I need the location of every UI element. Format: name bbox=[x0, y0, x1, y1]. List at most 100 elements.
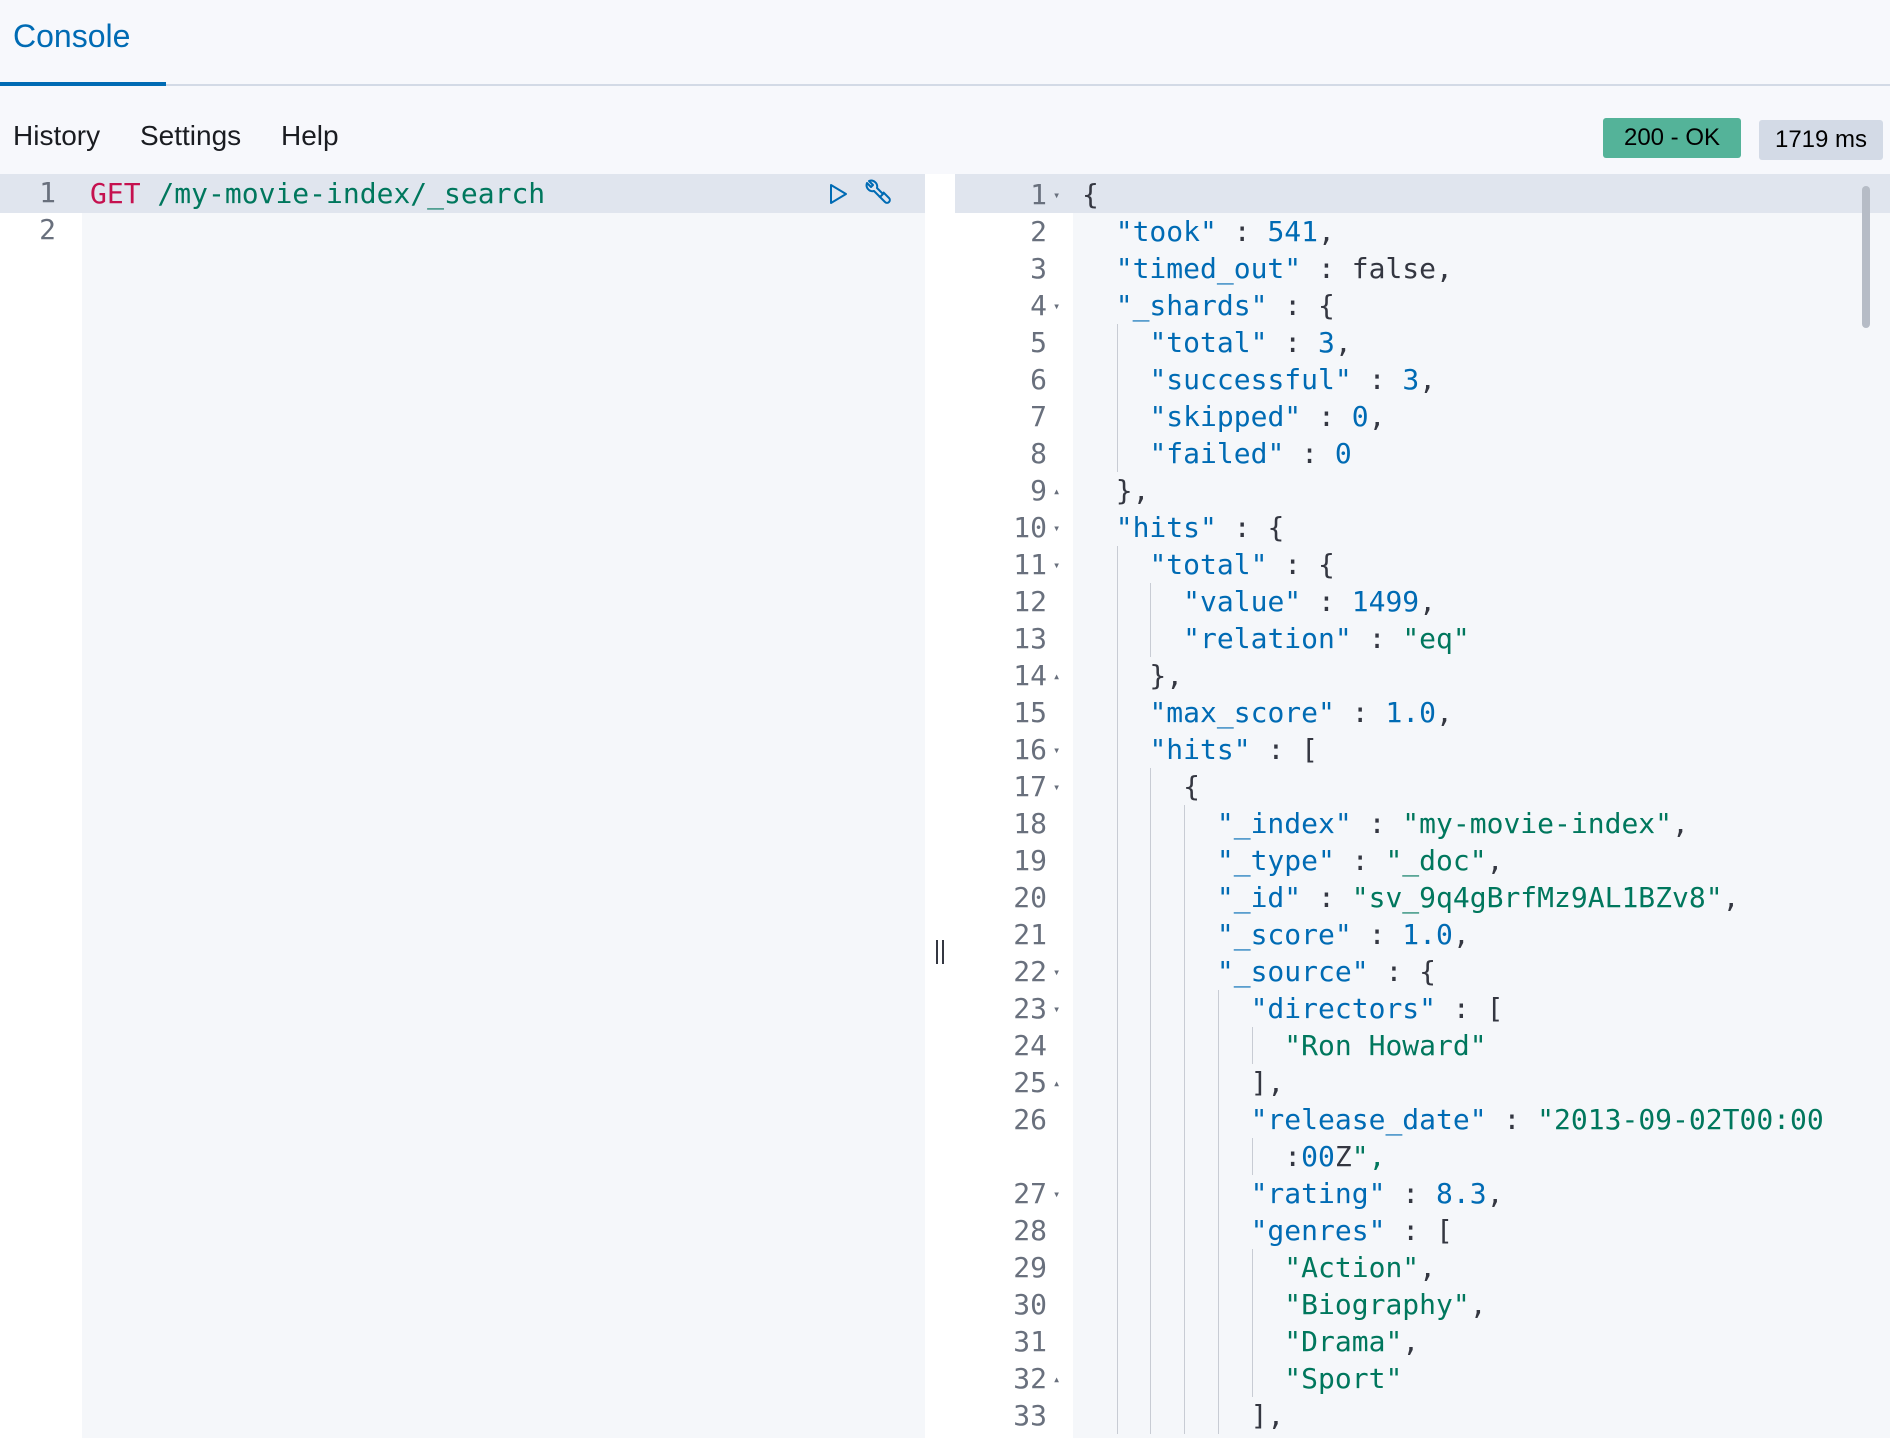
line-number: 17 bbox=[1013, 770, 1047, 803]
line-number: 32 bbox=[1013, 1362, 1047, 1395]
play-icon[interactable] bbox=[826, 182, 850, 206]
response-line[interactable]: "genres" : [ bbox=[1082, 1212, 1453, 1249]
line-number: 16 bbox=[1013, 733, 1047, 766]
line-number: 21 bbox=[1013, 918, 1047, 951]
fold-collapse-icon[interactable]: ▾ bbox=[1053, 522, 1065, 534]
response-line[interactable]: "Action", bbox=[1082, 1249, 1436, 1286]
line-number: 30 bbox=[1013, 1288, 1047, 1321]
response-line[interactable]: ], bbox=[1082, 1397, 1285, 1434]
line-number: 6 bbox=[1030, 363, 1047, 396]
resize-handle-icon[interactable] bbox=[934, 940, 946, 964]
fold-collapse-icon[interactable]: ▾ bbox=[1053, 744, 1065, 756]
tab-bar: Console bbox=[0, 0, 1890, 86]
line-number: 2 bbox=[39, 213, 56, 246]
fold-collapse-icon[interactable]: ▾ bbox=[1053, 1188, 1065, 1200]
line-number: 19 bbox=[1013, 844, 1047, 877]
response-line[interactable]: "skipped" : 0, bbox=[1082, 398, 1385, 435]
request-editor[interactable]: 1 2 GET /my-movie-index/_search bbox=[0, 174, 925, 1438]
line-number: 22 bbox=[1013, 955, 1047, 988]
response-line[interactable]: "_id" : "sv_9q4gBrfMz9AL1BZv8", bbox=[1082, 879, 1740, 916]
line-number: 28 bbox=[1013, 1214, 1047, 1247]
response-line[interactable]: }, bbox=[1082, 657, 1183, 694]
response-line[interactable]: "hits" : { bbox=[1082, 509, 1285, 546]
response-line[interactable]: "release_date" : "2013-09-02T00:00 bbox=[1082, 1101, 1824, 1138]
response-editor[interactable]: 1 ▾ {2 "took" : 541, 3 "timed_out" : false,… bbox=[955, 174, 1890, 1438]
line-number: 10 bbox=[1013, 511, 1047, 544]
response-scrollbar[interactable] bbox=[1862, 186, 1870, 328]
response-line[interactable]: }, bbox=[1082, 472, 1150, 509]
request-gutter bbox=[0, 174, 82, 1438]
editor-divider bbox=[925, 174, 955, 1438]
response-line[interactable]: "total" : 3, bbox=[1082, 324, 1351, 361]
line-number: 24 bbox=[1013, 1029, 1047, 1062]
fold-expand-icon[interactable]: ▴ bbox=[1053, 485, 1065, 497]
line-number: 3 bbox=[1030, 252, 1047, 285]
line-number: 27 bbox=[1013, 1177, 1047, 1210]
line-number: 29 bbox=[1013, 1251, 1047, 1284]
response-line[interactable]: "successful" : 3, bbox=[1082, 361, 1436, 398]
response-line[interactable]: "max_score" : 1.0, bbox=[1082, 694, 1452, 731]
line-number: 31 bbox=[1013, 1325, 1047, 1358]
fold-collapse-icon[interactable]: ▾ bbox=[1053, 189, 1065, 201]
response-line[interactable]: { bbox=[1082, 768, 1200, 805]
response-line[interactable]: "directors" : [ bbox=[1082, 990, 1504, 1027]
line-number: 11 bbox=[1013, 548, 1047, 581]
response-line[interactable]: "Sport" bbox=[1082, 1360, 1402, 1397]
response-line[interactable]: ], bbox=[1082, 1064, 1285, 1101]
response-line[interactable]: "_type" : "_doc", bbox=[1082, 842, 1504, 879]
wrench-icon[interactable] bbox=[862, 179, 894, 209]
response-line[interactable]: "total" : { bbox=[1082, 546, 1334, 583]
line-number: 25 bbox=[1013, 1066, 1047, 1099]
request-url: /my-movie-index/_search bbox=[140, 177, 546, 210]
response-line[interactable]: "failed" : 0 bbox=[1082, 435, 1351, 472]
line-number: 18 bbox=[1013, 807, 1047, 840]
response-line[interactable]: "rating" : 8.3, bbox=[1082, 1175, 1504, 1212]
fold-expand-icon[interactable]: ▴ bbox=[1053, 1077, 1065, 1089]
line-number: 20 bbox=[1013, 881, 1047, 914]
line-number: 26 bbox=[1013, 1103, 1047, 1136]
line-number: 33 bbox=[1013, 1399, 1047, 1432]
fold-expand-icon[interactable]: ▴ bbox=[1053, 1373, 1065, 1385]
response-line[interactable]: "relation" : "eq" bbox=[1082, 620, 1470, 657]
response-line[interactable]: "_score" : 1.0, bbox=[1082, 916, 1470, 953]
line-number: 14 bbox=[1013, 659, 1047, 692]
response-line[interactable]: "Drama", bbox=[1082, 1323, 1419, 1360]
line-number: 4 bbox=[1030, 289, 1047, 322]
fold-collapse-icon[interactable]: ▾ bbox=[1053, 781, 1065, 793]
response-line[interactable]: "took" : 541, bbox=[1082, 213, 1335, 250]
fold-expand-icon[interactable]: ▴ bbox=[1053, 670, 1065, 682]
line-number: 23 bbox=[1013, 992, 1047, 1025]
response-line[interactable]: "_index" : "my-movie-index", bbox=[1082, 805, 1689, 842]
line-number: 5 bbox=[1030, 326, 1047, 359]
response-line[interactable]: "timed_out" : false, bbox=[1082, 250, 1453, 287]
line-number: 1 bbox=[1030, 178, 1047, 211]
fold-collapse-icon[interactable]: ▾ bbox=[1053, 1003, 1065, 1015]
line-number: 12 bbox=[1013, 585, 1047, 618]
response-line[interactable]: "_shards" : { bbox=[1082, 287, 1335, 324]
line-number: 13 bbox=[1013, 622, 1047, 655]
request-editor-content[interactable] bbox=[82, 174, 925, 1438]
help-menu-item[interactable]: Help bbox=[281, 120, 339, 152]
response-line[interactable]: "hits" : [ bbox=[1082, 731, 1318, 768]
fold-collapse-icon[interactable]: ▾ bbox=[1053, 966, 1065, 978]
line-number: 8 bbox=[1030, 437, 1047, 470]
tab-console[interactable]: Console bbox=[0, 0, 166, 86]
response-time-badge: 1719 ms bbox=[1759, 120, 1883, 160]
fold-collapse-icon[interactable]: ▾ bbox=[1053, 559, 1065, 571]
response-line[interactable]: "value" : 1499, bbox=[1082, 583, 1436, 620]
line-number: 9 bbox=[1030, 474, 1047, 507]
line-number: 7 bbox=[1030, 400, 1047, 433]
response-line[interactable]: "Biography", bbox=[1082, 1286, 1486, 1323]
fold-collapse-icon[interactable]: ▾ bbox=[1053, 300, 1065, 312]
request-line[interactable]: GET /my-movie-index/_search bbox=[90, 174, 545, 213]
response-line[interactable]: "_source" : { bbox=[1082, 953, 1436, 990]
response-line[interactable]: "Ron Howard" bbox=[1082, 1027, 1486, 1064]
history-menu-item[interactable]: History bbox=[13, 120, 100, 152]
response-line[interactable]: :00Z", bbox=[1082, 1138, 1385, 1175]
response-line[interactable]: { bbox=[1082, 176, 1099, 213]
status-badge: 200 - OK bbox=[1603, 118, 1741, 158]
settings-menu-item[interactable]: Settings bbox=[140, 120, 241, 152]
line-number: 15 bbox=[1013, 696, 1047, 729]
line-number: 2 bbox=[1030, 215, 1047, 248]
line-number: 1 bbox=[39, 176, 56, 209]
